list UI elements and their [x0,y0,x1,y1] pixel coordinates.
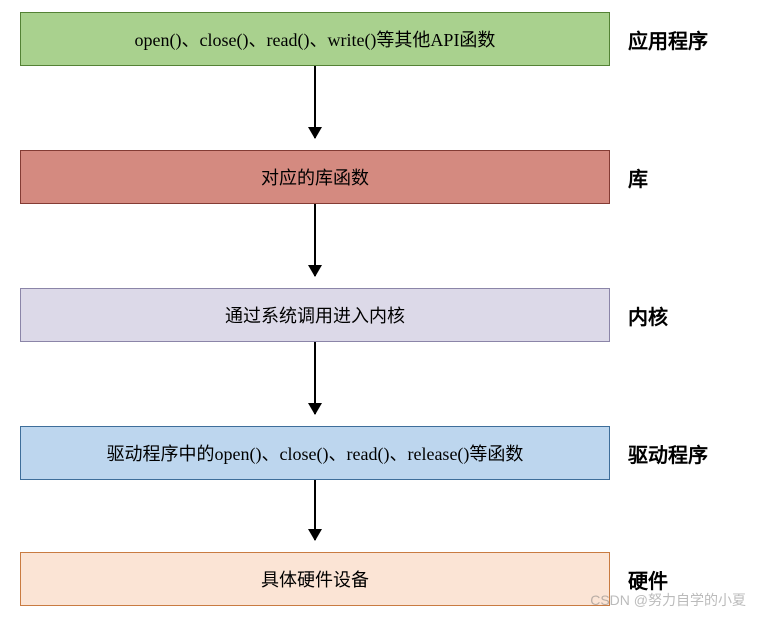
layer-label-application: 应用程序 [628,25,708,54]
watermark-text: CSDN @努力自学的小夏 [590,590,746,610]
arrow-down-icon [314,66,316,138]
layer-label-driver: 驱动程序 [628,439,708,468]
layer-box-text: 驱动程序中的open()、close()、read()、release()等函数 [107,440,524,466]
arrow-down-icon [314,342,316,414]
layer-box-text: 对应的库函数 [261,164,369,190]
layer-box-kernel: 通过系统调用进入内核 [20,288,610,342]
layer-box-library: 对应的库函数 [20,150,610,204]
layer-label-library: 库 [628,163,648,192]
layered-architecture-diagram: open()、close()、read()、write()等其他API函数 应用… [0,0,766,618]
layer-box-hardware: 具体硬件设备 [20,552,610,606]
layer-box-driver: 驱动程序中的open()、close()、read()、release()等函数 [20,426,610,480]
layer-box-text: 通过系统调用进入内核 [225,302,405,328]
layer-box-text: open()、close()、read()、write()等其他API函数 [135,26,496,52]
arrow-down-icon [314,480,316,540]
layer-label-kernel: 内核 [628,301,668,330]
layer-box-application: open()、close()、read()、write()等其他API函数 [20,12,610,66]
arrow-down-icon [314,204,316,276]
layer-box-text: 具体硬件设备 [261,566,369,592]
